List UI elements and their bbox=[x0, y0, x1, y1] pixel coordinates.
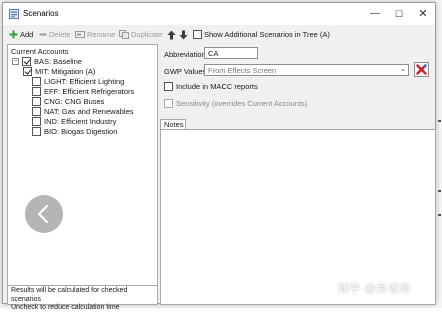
tree-node-checkbox[interactable] bbox=[32, 96, 41, 106]
edge-mark bbox=[438, 214, 441, 216]
tree-footer-note: Results will be calculated for checked s… bbox=[7, 286, 158, 311]
back-nav-overlay-button[interactable] bbox=[25, 195, 63, 233]
footer-line-2: Uncheck to reduce calculation time bbox=[11, 304, 120, 311]
delete-label: Delete bbox=[49, 30, 71, 39]
move-up-button[interactable] bbox=[167, 28, 176, 41]
tree-node-bio[interactable]: BIO: Biogas Digestion bbox=[32, 126, 117, 136]
tree-node-label: MIT: Mitigation (A) bbox=[35, 66, 96, 76]
tree-node-label: LIGHT: Efficient Lighting bbox=[44, 76, 125, 86]
abbreviation-input[interactable]: CA bbox=[204, 47, 258, 59]
abbreviation-label: Abbreviation: bbox=[164, 50, 208, 59]
tree-node-checkbox[interactable] bbox=[22, 56, 31, 66]
tree-node-light[interactable]: LIGHT: Efficient Lighting bbox=[32, 76, 124, 86]
red-x-icon bbox=[416, 64, 427, 75]
tree-node-label: BAS: Baseline bbox=[34, 56, 82, 66]
scenario-details-panel: Abbreviation: CA GWP Values: From Effect… bbox=[160, 44, 436, 305]
duplicate-button[interactable]: Duplicate bbox=[119, 28, 162, 41]
tree-node-nat[interactable]: NAT: Gas and Renewables bbox=[32, 106, 134, 116]
tree-node-label: CNG: CNG Buses bbox=[44, 96, 105, 106]
include-macc-checkbox[interactable] bbox=[164, 82, 173, 91]
tree-node-checkbox[interactable] bbox=[32, 126, 41, 136]
scenarios-app-icon bbox=[9, 9, 19, 19]
tree-node-mitigation[interactable]: MIT: Mitigation (A) bbox=[23, 66, 95, 76]
add-button[interactable]: Add bbox=[9, 28, 33, 41]
duplicate-icon bbox=[119, 30, 129, 39]
window-title: Scenarios bbox=[23, 9, 59, 18]
show-additional-scenarios-toggle[interactable]: Show Additional Scenarios in Tree (A) bbox=[193, 28, 330, 41]
tree-node-checkbox[interactable] bbox=[23, 66, 32, 76]
include-macc-label: Include in MACC reports bbox=[176, 82, 258, 91]
footer-line-1: Results will be calculated for checked s… bbox=[11, 287, 128, 303]
tree-node-label: EFF: Efficient Refrigerators bbox=[44, 86, 135, 96]
tree-node-cng[interactable]: CNG: CNG Buses bbox=[32, 96, 104, 106]
tree-node-checkbox[interactable] bbox=[32, 86, 41, 96]
tree-node-checkbox[interactable] bbox=[32, 76, 41, 86]
add-label: Add bbox=[20, 30, 34, 39]
close-icon[interactable]: ✕ bbox=[416, 7, 430, 21]
chevron-down-icon: ⌄ bbox=[400, 66, 406, 73]
notes-textarea[interactable] bbox=[160, 129, 436, 305]
tree-node-baseline[interactable]: − BAS: Baseline bbox=[12, 56, 82, 66]
edge-mark bbox=[438, 190, 441, 192]
gwp-values-value: From Effects Screen bbox=[208, 66, 277, 75]
chevron-left-icon bbox=[37, 204, 49, 224]
tree-node-checkbox[interactable] bbox=[32, 116, 41, 126]
scenarios-window: Scenarios — ☐ ✕ Add Delete Rename Duplic… bbox=[2, 2, 436, 311]
arrow-up-icon bbox=[167, 30, 176, 39]
tree-node-eff[interactable]: EFF: Efficient Refrigerators bbox=[32, 86, 134, 96]
title-bar: Scenarios — ☐ ✕ bbox=[3, 3, 435, 25]
gwp-values-label: GWP Values: bbox=[164, 67, 209, 76]
tree-node-label: IND: Efficient Industry bbox=[44, 116, 117, 126]
plus-icon bbox=[9, 30, 18, 39]
gwp-clear-button[interactable] bbox=[414, 62, 429, 77]
tree-node-label: BIO: Biogas Digestion bbox=[44, 126, 118, 136]
maximize-icon[interactable]: ☐ bbox=[392, 7, 406, 21]
rename-button[interactable]: Rename bbox=[75, 28, 115, 41]
show-additional-label: Show Additional Scenarios in Tree (A) bbox=[204, 30, 330, 39]
sensitivity-label: Sensitivity (overrides Current Accounts) bbox=[176, 99, 308, 108]
move-down-button[interactable] bbox=[179, 28, 188, 41]
sensitivity-checkbox[interactable] bbox=[164, 99, 173, 108]
collapse-icon[interactable]: − bbox=[12, 57, 19, 65]
minus-icon bbox=[39, 33, 47, 36]
scenario-tree-panel: Current Accounts − BAS: Baseline MIT: Mi… bbox=[7, 44, 158, 286]
watermark-text: 知乎 @肖老师 bbox=[338, 283, 411, 295]
sensitivity-option[interactable]: Sensitivity (overrides Current Accounts) bbox=[164, 99, 307, 108]
tree-node-ind[interactable]: IND: Efficient Industry bbox=[32, 116, 116, 126]
tree-node-label: NAT: Gas and Renewables bbox=[44, 106, 134, 116]
rename-label: Rename bbox=[87, 30, 116, 39]
show-additional-checkbox[interactable] bbox=[193, 30, 202, 39]
minimize-icon[interactable]: — bbox=[368, 7, 382, 21]
tree-header: Current Accounts bbox=[11, 47, 69, 56]
duplicate-label: Duplicate bbox=[131, 30, 163, 39]
tree-node-checkbox[interactable] bbox=[32, 106, 41, 116]
arrow-down-icon bbox=[179, 30, 188, 39]
include-macc-option[interactable]: Include in MACC reports bbox=[164, 82, 258, 91]
rename-icon bbox=[75, 31, 85, 38]
edge-mark bbox=[438, 120, 441, 122]
toolbar: Add Delete Rename Duplicate Show Additio… bbox=[3, 25, 435, 44]
delete-button[interactable]: Delete bbox=[39, 28, 71, 41]
gwp-values-select[interactable]: From Effects Screen ⌄ bbox=[204, 64, 409, 76]
